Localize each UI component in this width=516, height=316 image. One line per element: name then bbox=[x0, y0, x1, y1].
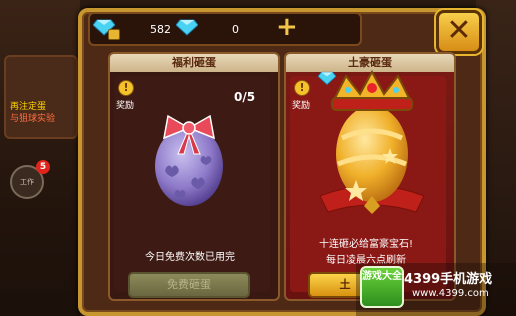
lock-icon bbox=[108, 29, 120, 40]
reward-label: 奖励 bbox=[292, 101, 311, 111]
4399-logo: 游戏大全 bbox=[360, 266, 404, 308]
tuhao-promo-text: 十连砸必给富豪宝石! bbox=[318, 239, 413, 250]
background-side-text: 与狙球实验 bbox=[10, 114, 56, 124]
background-side-text: 再注定蛋 bbox=[10, 102, 47, 112]
welfare-egg-title: 福利砸蛋 bbox=[110, 54, 278, 72]
purple-egg-icon[interactable] bbox=[148, 108, 230, 208]
currency-bar bbox=[88, 12, 362, 46]
add-diamonds-button[interactable]: + bbox=[276, 14, 298, 40]
background-side-panel bbox=[4, 55, 78, 139]
close-button[interactable]: ✕ bbox=[436, 10, 482, 54]
reward-label: 奖励 bbox=[116, 101, 135, 111]
watermark-url: www.4399.com bbox=[412, 288, 489, 299]
watermark-brand: 4399手机游戏 bbox=[404, 272, 493, 287]
golden-egg-icon[interactable] bbox=[312, 68, 432, 228]
free-smash-button[interactable]: 免费砸蛋 bbox=[128, 272, 250, 298]
background-left-ui bbox=[0, 0, 80, 316]
diamond-reward-icon bbox=[318, 71, 336, 86]
free-smash-counter: 0/5 bbox=[234, 90, 256, 104]
diamond-icon bbox=[176, 19, 198, 36]
reward-info-icon[interactable]: ! bbox=[118, 80, 134, 96]
reward-info-icon[interactable]: ! bbox=[294, 80, 310, 96]
locked-diamond-count: 582 bbox=[150, 23, 171, 36]
diamond-count: 0 bbox=[232, 23, 239, 36]
notification-badge: 5 bbox=[36, 160, 50, 174]
welfare-status-text: 今日免费次数已用完 bbox=[145, 252, 235, 263]
